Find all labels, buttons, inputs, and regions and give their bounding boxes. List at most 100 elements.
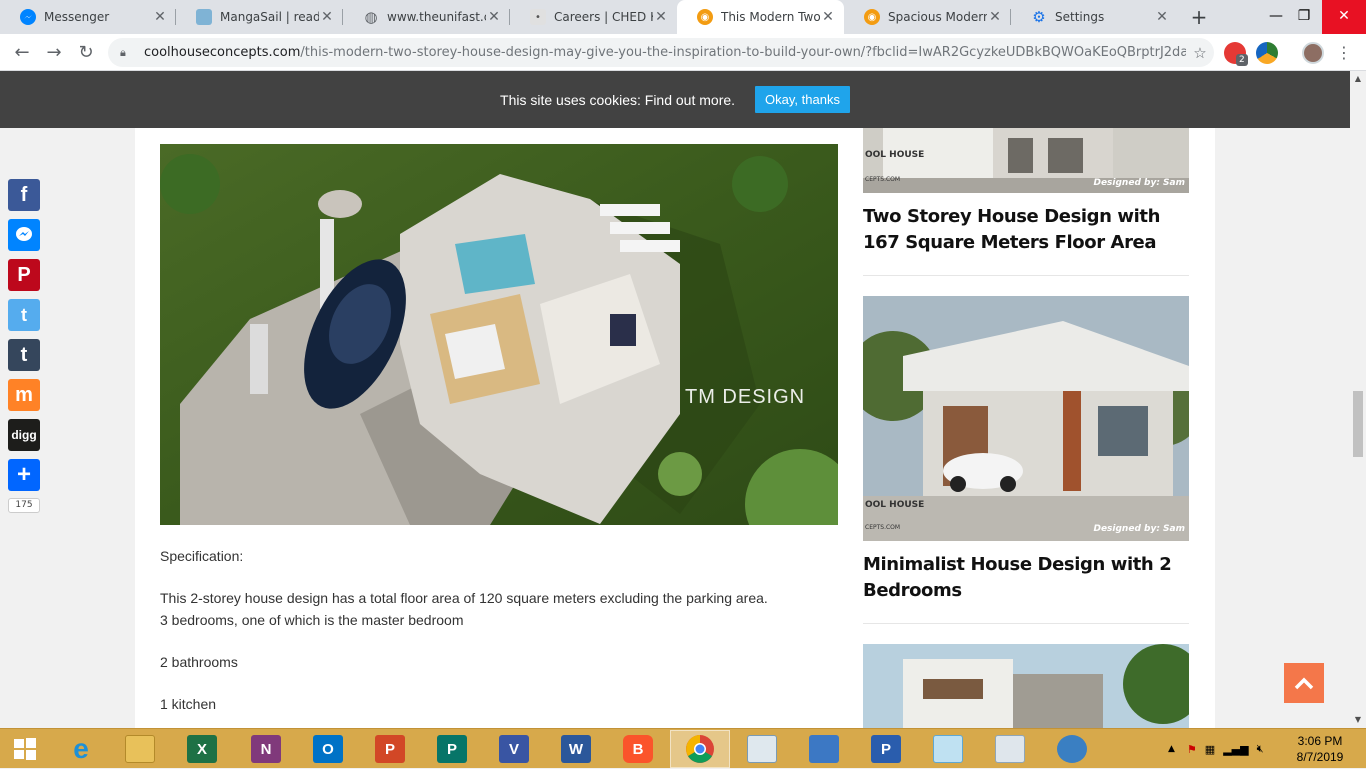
globe-icon: ◍ [364, 8, 378, 26]
clock-date: 8/7/2019 [1296, 750, 1344, 764]
twitter-share-icon[interactable]: t [8, 299, 40, 331]
scroll-down-arrow-icon[interactable]: ▼ [1350, 712, 1366, 728]
close-icon[interactable]: ✕ [653, 9, 669, 25]
mix-share-icon[interactable]: m [8, 379, 40, 411]
scroll-up-arrow-icon[interactable]: ▲ [1350, 71, 1366, 87]
scrollbar[interactable]: ▲ ▼ [1350, 71, 1366, 728]
taskbar-chrome[interactable] [670, 730, 730, 768]
taskbar-ie[interactable]: e [51, 730, 111, 768]
lock-icon: 🔒︎ [120, 45, 126, 59]
restore-button[interactable]: ❐ [1286, 0, 1322, 34]
taskbar-powerpoint[interactable]: P [360, 730, 420, 768]
clock[interactable]: 3:06 PM 8/7/2019 [1290, 733, 1350, 765]
signal-icon[interactable]: ▂▄▆ [1223, 743, 1248, 756]
forward-button[interactable]: → [40, 40, 68, 66]
windows-logo-icon [14, 738, 36, 760]
sidebar-post-image[interactable]: OOL HOUSE CEPTS.COM Designed by: Sam [863, 296, 1189, 541]
tab-label: Messenger [44, 10, 110, 24]
digg-share-icon[interactable]: digg [8, 419, 40, 451]
share-more-icon[interactable]: + [8, 459, 40, 491]
tab-label: Spacious Modern F [888, 10, 987, 24]
divider [863, 275, 1189, 276]
taskbar-remote-desktop[interactable] [794, 730, 854, 768]
back-button[interactable]: ← [8, 40, 36, 66]
coolhouse-icon: ◉ [864, 9, 880, 25]
messenger-share-icon[interactable] [8, 219, 40, 251]
taskbar-word[interactable]: W [546, 730, 606, 768]
spec-heading: Specification: [160, 548, 244, 564]
cookie-message[interactable]: This site uses cookies: Find out more. [500, 92, 735, 108]
facebook-share-icon[interactable]: f [8, 179, 40, 211]
tab-settings[interactable]: ⚙ Settings ✕ [1011, 0, 1178, 34]
house-floorplan-image[interactable]: TM DESIGN [160, 144, 838, 525]
tab-this-modern-two-storey[interactable]: ◉ This Modern Two-s ✕ [677, 0, 844, 34]
system-tray: ▲ ⚑ ▦ ▂▄▆ 🔇︎ [1168, 729, 1264, 769]
close-icon[interactable]: ✕ [152, 9, 168, 25]
taskbar-file-explorer[interactable] [110, 730, 170, 768]
network-icon[interactable]: ▦ [1205, 743, 1215, 756]
spec-bathrooms: 2 bathrooms [160, 654, 238, 670]
reload-button[interactable]: ↻ [72, 40, 100, 66]
taskbar-excel[interactable]: X [172, 730, 232, 768]
menu-icon[interactable]: ⋮ [1336, 42, 1352, 64]
gear-icon: ⚙ [1032, 8, 1046, 26]
tab-label: MangaSail | read th [220, 10, 319, 24]
start-button[interactable] [0, 730, 50, 768]
coolhouse-logo: OOL HOUSE [865, 150, 925, 160]
taskbar-publisher[interactable]: P [422, 730, 482, 768]
watermark: TM DESIGN [685, 386, 806, 408]
logo-subtext: CEPTS.COM [865, 524, 901, 531]
tab-ched[interactable]: • Careers | CHED K to ✕ [510, 0, 677, 34]
avatar[interactable] [1302, 42, 1324, 64]
tab-label: Settings [1055, 10, 1105, 24]
taskbar-dolphin-app[interactable] [1042, 730, 1102, 768]
sidebar-post-image[interactable] [863, 644, 1189, 728]
url-path: /this-modern-two-storey-house-design-may… [300, 45, 1186, 60]
window-close-button[interactable]: ✕ [1322, 0, 1366, 34]
taskbar-parking-app[interactable]: P [856, 730, 916, 768]
back-to-top-button[interactable] [1284, 663, 1324, 703]
pinterest-share-icon[interactable]: P [8, 259, 40, 291]
sidebar-post-title[interactable]: Two Storey House Design with 167 Square … [863, 204, 1189, 256]
tab-mangasail[interactable]: MangaSail | read th ✕ [176, 0, 343, 34]
taskbar-onenote[interactable]: N [236, 730, 296, 768]
tab-spacious-modern[interactable]: ◉ Spacious Modern F ✕ [844, 0, 1011, 34]
close-icon[interactable]: ✕ [1154, 9, 1170, 25]
new-tab-button[interactable]: + [1186, 5, 1212, 29]
tab-theunifast[interactable]: ◍ www.theunifast.com ✕ [343, 0, 510, 34]
address-bar[interactable]: 🔒︎ coolhouseconcepts.com /this-modern-tw… [108, 38, 1214, 67]
close-icon[interactable]: ✕ [319, 9, 335, 25]
close-icon[interactable]: ✕ [820, 9, 836, 25]
page-viewport: TM DESIGN Specification: This 2-storey h… [0, 71, 1350, 728]
coolhouse-logo: OOL HOUSE [865, 500, 925, 510]
sidebar-post-image[interactable]: OOL HOUSE CEPTS.COM Designed by: Sam [863, 128, 1189, 193]
taskbar-outlook[interactable]: O [298, 730, 358, 768]
share-count: 175 [8, 498, 40, 513]
tab-label: www.theunifast.com [387, 10, 486, 24]
taskbar-notepad[interactable] [918, 730, 978, 768]
designer-credit: Designed by: Sam [1093, 178, 1185, 188]
volume-muted-icon[interactable]: 🔇︎ [1257, 742, 1264, 756]
close-icon[interactable]: ✕ [486, 9, 502, 25]
messenger-icon [20, 9, 36, 25]
tab-messenger[interactable]: Messenger ✕ [0, 0, 176, 34]
extension-globe-icon[interactable] [1256, 42, 1278, 64]
coolhouse-icon: ◉ [697, 9, 713, 25]
taskbar-brave[interactable]: B [608, 730, 668, 768]
taskbar-calculator[interactable] [980, 730, 1040, 768]
taskbar-visio[interactable]: V [484, 730, 544, 768]
flag-icon[interactable]: ⚑ [1187, 743, 1197, 756]
bookmark-star-icon[interactable]: ☆ [1186, 44, 1214, 62]
word-icon: W [561, 735, 591, 763]
show-hidden-icons-icon[interactable]: ▲ [1168, 744, 1175, 754]
folder-icon [125, 735, 155, 763]
taskbar-performance-monitor[interactable] [732, 730, 792, 768]
tumblr-share-icon[interactable]: t [8, 339, 40, 371]
outlook-icon: O [313, 735, 343, 763]
sidebar-post-title[interactable]: Minimalist House Design with 2 Bedrooms [863, 552, 1189, 604]
chevron-up-icon [1294, 677, 1314, 690]
close-icon[interactable]: ✕ [987, 9, 1003, 25]
ie-icon: e [73, 733, 89, 764]
cookie-accept-button[interactable]: Okay, thanks [755, 86, 850, 113]
scroll-thumb[interactable] [1353, 391, 1363, 457]
